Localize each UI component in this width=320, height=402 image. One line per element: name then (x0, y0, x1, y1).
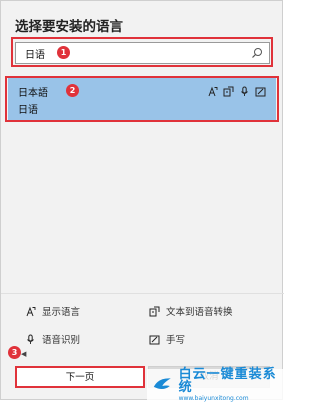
search-input[interactable]: 日语 (15, 42, 270, 64)
language-list: 日本語 日语 (8, 78, 277, 286)
divider (1, 293, 284, 294)
search-value: 日语 (25, 50, 45, 61)
legend-display-language: 显示语言 (25, 304, 80, 318)
legend-speech-recognition: 语音识别 (25, 332, 80, 346)
dialog-title: 选择要安装的语言 (15, 19, 123, 35)
legend-label: 语音识别 (42, 335, 81, 346)
install-language-dialog: 选择要安装的语言 日语 1 日本語 日语 2 显示语言 文本到语音转换 语音识别… (0, 0, 284, 402)
display-language-icon (26, 306, 36, 316)
caret-left-icon: ◀ (21, 350, 27, 358)
watermark: 白云一键重装系统 www.baiyunxitong.com (147, 367, 284, 402)
language-native-name: 日语 (18, 105, 38, 116)
next-button[interactable]: 下一页 (15, 366, 145, 388)
text-to-speech-icon (149, 306, 160, 316)
legend-label: 手写 (166, 335, 186, 346)
bird-logo-icon (153, 378, 171, 390)
text-to-speech-icon (223, 86, 234, 97)
step-badge-3: 3 (8, 346, 21, 359)
legend-label: 显示语言 (42, 307, 81, 318)
watermark-url: www.baiyunxitong.com (178, 395, 249, 402)
legend-label: 文本到语音转换 (166, 307, 233, 318)
step-badge-2: 2 (66, 84, 79, 97)
list-item-japanese[interactable]: 日本語 日语 (8, 78, 276, 120)
step-badge-1: 1 (57, 46, 70, 59)
legend-handwriting: 手写 (149, 332, 185, 346)
language-feature-icons (207, 86, 266, 97)
legend-text-to-speech: 文本到语音转换 (149, 304, 233, 318)
language-name: 日本語 (18, 88, 48, 99)
watermark-title: 白云一键重装系统 (178, 367, 277, 395)
handwriting-icon (255, 87, 266, 97)
microphone-icon (241, 86, 248, 96)
search-icon[interactable] (250, 46, 264, 60)
display-language-icon (208, 86, 218, 97)
microphone-icon (27, 334, 34, 344)
handwriting-icon (149, 335, 160, 344)
